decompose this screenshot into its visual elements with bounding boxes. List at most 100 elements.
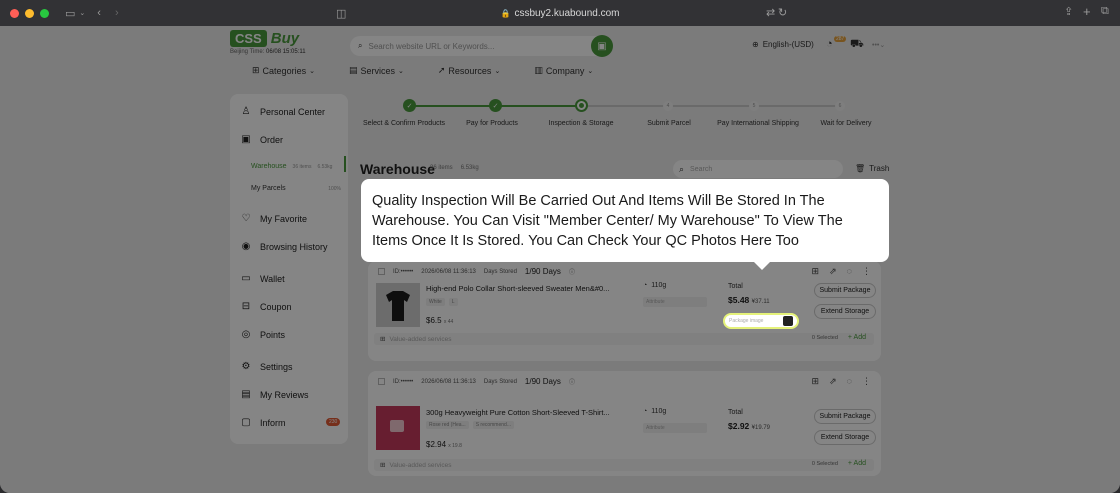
product-image[interactable] [376,406,420,450]
image-search-button[interactable]: ▣ [591,35,613,57]
nav-services[interactable]: ▤ Services ⌄ [349,65,404,76]
product-options: White L [426,298,458,306]
close-window-button[interactable] [10,8,19,18]
search-input[interactable]: Search website URL or Keywords... [368,42,494,51]
info-icon[interactable]: ⓘ [569,267,575,276]
sidebar-item-my-favorite[interactable]: ♡ My Favorite [240,213,308,224]
step-label: Pay for Products [466,120,518,127]
sidebar-item-label: Warehouse [251,163,287,170]
sidebar-item-order[interactable]: ▣ Order [240,134,283,145]
share-icon[interactable]: ⇪ [1064,5,1073,18]
window-controls[interactable] [10,8,49,18]
warehouse-item-card: ID:•••••• 2026/06/08 11:36:13 Days Store… [368,371,881,476]
sidebar-toggle-icon[interactable]: ▭ [65,7,75,20]
chat-icon[interactable]: ◌ [847,376,852,387]
item-weight: ◔ 110g [643,282,666,289]
reload-icon[interactable]: ↻ [778,6,787,19]
language-selector[interactable]: ⊕ English-(USD) [752,40,814,49]
submit-package-button[interactable]: Submit Package [814,409,876,424]
message-icon[interactable]: ◔ [826,38,833,50]
trash-button[interactable]: 🗑 Trash [855,164,889,173]
shirt-icon [376,283,420,327]
user-menu[interactable]: •••⌄ [872,41,885,49]
extend-storage-button[interactable]: Extend Storage [814,430,876,445]
review-icon: ▤ [241,389,251,400]
select-checkbox[interactable] [378,378,385,385]
option-color: White [426,298,445,306]
new-tab-icon[interactable]: + [1083,4,1091,19]
sidebar-item-my-parcels[interactable]: My Parcels 100% [251,185,341,192]
sidebar-item-personal-center[interactable]: ♙ Personal Center [240,106,326,117]
select-checkbox[interactable] [378,268,385,275]
lock-icon: 🔒 [500,8,511,18]
forward-icon[interactable]: › [115,7,119,19]
nav-company[interactable]: ▥ Company ⌄ [534,65,593,76]
maximize-window-button[interactable] [40,8,49,18]
add-note-icon[interactable]: ⊞ [812,266,820,277]
sidebar-item-coupon[interactable]: ⊟ Coupon [240,301,292,312]
attribute-field[interactable]: Attribute [643,297,707,307]
sidebar-item-inform[interactable]: ▢ Inform [240,417,285,428]
share-icon[interactable]: ⇗ [829,376,837,387]
product-price: $2.94 x 19.8 [426,440,462,449]
chevron-down-icon[interactable]: ⌄ [79,9,85,17]
step-4-icon: 4 [663,101,673,111]
weight-value: 110g [651,282,667,289]
extend-storage-button[interactable]: Extend Storage [814,304,876,319]
package-image-button[interactable]: Package image [723,313,799,329]
vas-count: 0 Selected [811,460,838,467]
tooltip-text: Quality Inspection Will Be Carried Out A… [372,193,843,249]
translate-icon[interactable]: ⇄ [766,6,775,19]
shield-icon[interactable]: ◫ [336,7,346,20]
add-note-icon[interactable]: ⊞ [812,376,820,387]
nav-resources[interactable]: ➚ Resources ⌄ [438,65,500,76]
site-logo[interactable]: CSS Buy [230,30,299,47]
more-icon[interactable]: ⋮ [862,266,871,277]
total-label: Total [728,283,743,290]
sidebar-item-settings[interactable]: ⚙ Settings [240,361,293,372]
value-added-services[interactable]: ⊞ Value-added services 0 Selected + Add [374,333,874,345]
sidebar-item-wallet[interactable]: ▭ Wallet [240,273,284,284]
chat-icon[interactable]: ◌ [847,266,852,277]
more-icon[interactable]: ⋮ [862,376,871,387]
step-connector [496,105,582,107]
beijing-time: Beijing Time: 06/08 15:05:11 [230,49,306,55]
share-icon[interactable]: ⇗ [829,266,837,277]
beijing-time-value: 06/08 15:05:11 [266,49,306,55]
product-name[interactable]: High-end Polo Collar Short-sleeved Sweat… [426,284,609,293]
warehouse-search-input[interactable]: ⌕ Search [673,160,843,178]
coupon-icon: ⊟ [241,301,251,312]
sidebar-item-warehouse[interactable]: Warehouse 36 items 6.53kg [251,163,341,170]
site-search[interactable]: ⌕ Search website URL or Keywords... ▣ [350,35,613,57]
minimize-window-button[interactable] [25,8,34,18]
sidebar-item-points[interactable]: ◎ Points [240,329,285,340]
back-icon[interactable]: ‹ [97,7,101,19]
search-icon: ⌕ [358,41,363,50]
attribute-field[interactable]: Attribute [643,423,707,433]
item-id: ID:•••••• [393,268,414,275]
grid-icon: ⊞ [380,336,386,343]
add-service-button[interactable]: + Add [848,460,866,467]
value-added-services[interactable]: ⊞ Value-added services 0 Selected + Add [374,459,874,471]
tab-overview-icon[interactable]: ⧉ [1101,5,1109,18]
product-name[interactable]: 300g Heavyweight Pure Cotton Short-Sleev… [426,408,610,417]
address-bar[interactable]: 🔒 cssbuy2.kuabound.com [480,5,640,21]
option-size: S recommend... [472,421,514,429]
add-service-button[interactable]: + Add [848,334,866,341]
chevron-down-icon: ⌄ [397,67,404,75]
sidebar-item-my-reviews[interactable]: ▤ My Reviews [240,389,308,400]
cart-icon[interactable]: ⛟ [850,38,864,52]
nav-label: Resources [448,65,492,76]
package-thumbnail [783,316,793,326]
page-content: CSS Buy Beijing Time: 06/08 15:05:11 ⌕ S… [0,26,1120,493]
sidebar-item-browsing-history[interactable]: ◉ Browsing History [240,241,328,252]
sidebar-item-label: Points [260,329,286,340]
product-image[interactable] [376,283,420,327]
active-indicator [344,156,346,172]
browser-toolbar: ▭ ⌄ ‹ › ◫ 🔒 cssbuy2.kuabound.com ⇄ ↻ ⇪ +… [0,0,1120,26]
nav-categories[interactable]: ⊞ Categories ⌄ [252,65,315,76]
info-icon[interactable]: ⓘ [569,377,575,386]
logo-box: CSS [230,30,267,47]
chevron-down-icon: ⌄ [494,67,501,75]
submit-package-button[interactable]: Submit Package [814,283,876,298]
